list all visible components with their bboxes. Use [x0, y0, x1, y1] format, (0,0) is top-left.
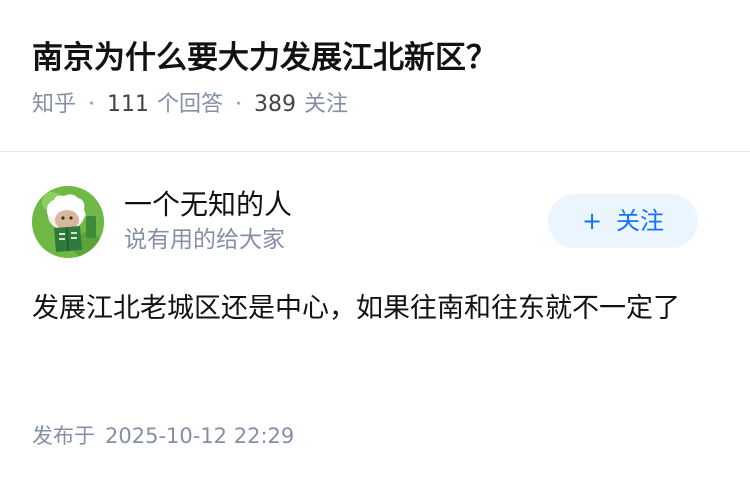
follower-count: 389: [254, 92, 297, 117]
answer-count-label[interactable]: 个回答: [157, 92, 223, 117]
plus-icon: +: [581, 207, 603, 235]
answer-count: 111: [107, 92, 150, 117]
follow-button-label: 关注: [616, 207, 665, 235]
question-title[interactable]: 南京为什么要大力发展江北新区？: [32, 34, 718, 82]
author-row: 一个无知的人 说有用的给大家 + 关注: [32, 186, 698, 258]
meta-separator: ·: [88, 92, 96, 117]
source-label[interactable]: 知乎: [32, 92, 76, 117]
author-bio: 说有用的给大家: [124, 227, 285, 253]
publish-timestamp: 2025-10-12 22:29: [105, 424, 295, 448]
author-name[interactable]: 一个无知的人: [124, 186, 292, 224]
cartoon-reader-avatar-icon[interactable]: [32, 186, 104, 258]
answer-content[interactable]: 发展江北老城区还是中心，如果往南和往东就不一定了: [32, 285, 702, 333]
publish-label: 发布于: [32, 424, 95, 448]
follower-count-label: 关注: [304, 92, 349, 117]
question-header: 南京为什么要大力发展江北新区？ 知乎 · 111 个回答 · 389 关注: [32, 34, 718, 122]
section-divider: [0, 151, 750, 152]
meta-separator: ·: [235, 92, 243, 117]
follow-button[interactable]: + 关注: [548, 194, 698, 248]
publish-time: 发布于 2025-10-12 22:29: [32, 420, 294, 452]
author-info: 一个无知的人 说有用的给大家: [124, 186, 292, 256]
question-meta: 知乎 · 111 个回答 · 389 关注: [32, 88, 718, 122]
